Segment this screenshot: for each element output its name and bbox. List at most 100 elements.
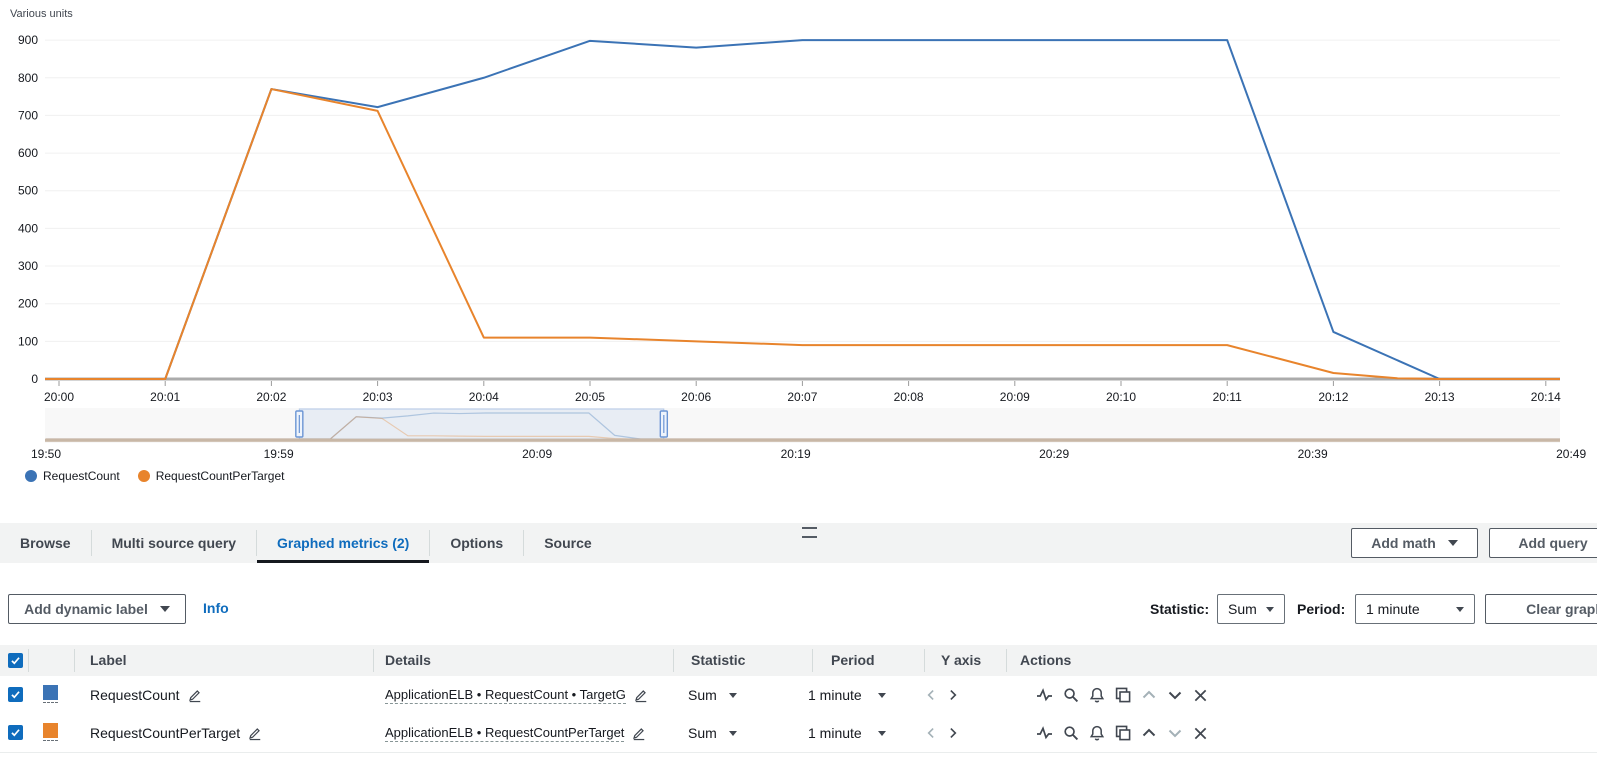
label-cell: RequestCountPerTarget bbox=[90, 714, 262, 752]
remove-metric-icon[interactable] bbox=[1193, 688, 1208, 703]
duplicate-icon[interactable] bbox=[1115, 687, 1131, 703]
svg-text:900: 900 bbox=[18, 33, 38, 47]
move-up-icon[interactable] bbox=[1141, 725, 1157, 741]
metric-label: RequestCount bbox=[90, 687, 180, 703]
navigator-time-label: 20:49 bbox=[1556, 447, 1586, 461]
metric-details-link[interactable]: ApplicationELB • RequestCount • TargetG bbox=[385, 687, 626, 704]
svg-text:600: 600 bbox=[18, 146, 38, 160]
column-divider bbox=[1006, 649, 1007, 672]
line-chart[interactable]: 900800700600500400300200100020:0020:0120… bbox=[0, 0, 1597, 405]
edit-details-pencil-icon[interactable] bbox=[634, 688, 648, 703]
tab-multi-source-query[interactable]: Multi source query bbox=[92, 523, 256, 563]
svg-text:800: 800 bbox=[18, 71, 38, 85]
statistic-value: Sum bbox=[688, 725, 717, 741]
add-query-label: Add query bbox=[1518, 535, 1587, 551]
navigator-time-label: 20:19 bbox=[781, 447, 811, 461]
statistic-value: Sum bbox=[688, 687, 717, 703]
details-cell: ApplicationELB • RequestCount • TargetG bbox=[385, 676, 648, 714]
column-divider bbox=[673, 649, 674, 672]
alarm-bell-icon[interactable] bbox=[1089, 687, 1105, 703]
details-cell: ApplicationELB • RequestCountPerTarget bbox=[385, 714, 646, 752]
period-value: 1 minute bbox=[808, 725, 870, 741]
info-link[interactable]: Info bbox=[203, 600, 229, 616]
statistic-cell[interactable]: Sum bbox=[688, 714, 737, 752]
period-cell[interactable]: 1 minute bbox=[808, 676, 886, 714]
column-header-label: Label bbox=[90, 645, 127, 676]
clear-graph-label: Clear graph bbox=[1526, 601, 1597, 617]
edit-details-pencil-icon[interactable] bbox=[632, 726, 646, 741]
column-divider bbox=[373, 649, 374, 672]
metrics-table-header: Label Details Statistic Period Y axis Ac… bbox=[0, 645, 1597, 676]
add-math-label: Add math bbox=[1371, 535, 1436, 551]
svg-text:20:05: 20:05 bbox=[575, 390, 605, 404]
period-select[interactable]: 1 minute bbox=[1355, 594, 1475, 624]
legend-item-requestcountpertarget[interactable]: RequestCountPerTarget bbox=[138, 469, 285, 483]
move-up-icon[interactable] bbox=[1141, 687, 1157, 703]
edit-label-pencil-icon[interactable] bbox=[188, 688, 202, 703]
chevron-down-icon bbox=[1448, 540, 1458, 546]
label-cell: RequestCount bbox=[90, 676, 202, 714]
chevron-down-icon bbox=[1456, 607, 1464, 612]
svg-text:20:11: 20:11 bbox=[1213, 390, 1242, 404]
color-square bbox=[43, 685, 58, 700]
period-value: 1 minute bbox=[1366, 601, 1420, 617]
statistic-select[interactable]: Sum bbox=[1217, 594, 1285, 624]
timeline-navigator[interactable] bbox=[45, 408, 1560, 443]
move-down-icon[interactable] bbox=[1167, 725, 1183, 741]
chart-legend: RequestCount RequestCountPerTarget bbox=[25, 469, 284, 483]
add-dynamic-label-button[interactable]: Add dynamic label bbox=[8, 594, 186, 624]
svg-text:20:08: 20:08 bbox=[894, 390, 924, 404]
series-color-swatch[interactable] bbox=[43, 723, 58, 741]
period-cell[interactable]: 1 minute bbox=[808, 714, 886, 752]
series-color-swatch[interactable] bbox=[43, 685, 58, 703]
row-checkbox[interactable] bbox=[8, 687, 23, 702]
statistic-cell[interactable]: Sum bbox=[688, 676, 737, 714]
edit-label-pencil-icon[interactable] bbox=[248, 726, 262, 741]
svg-text:700: 700 bbox=[18, 108, 38, 122]
tab-options[interactable]: Options bbox=[430, 523, 523, 563]
add-math-button[interactable]: Add math bbox=[1351, 528, 1478, 558]
pulse-icon[interactable] bbox=[1036, 687, 1053, 703]
alarm-bell-icon[interactable] bbox=[1089, 725, 1105, 741]
column-divider bbox=[924, 649, 925, 672]
svg-text:20:04: 20:04 bbox=[469, 390, 499, 404]
y-axis-left-icon[interactable] bbox=[925, 726, 938, 740]
remove-metric-icon[interactable] bbox=[1193, 726, 1208, 741]
search-icon[interactable] bbox=[1063, 725, 1079, 741]
svg-text:500: 500 bbox=[18, 184, 38, 198]
actions-cell bbox=[1036, 676, 1208, 714]
column-divider bbox=[812, 649, 813, 672]
search-icon[interactable] bbox=[1063, 687, 1079, 703]
y-axis-right-icon[interactable] bbox=[946, 688, 959, 702]
duplicate-icon[interactable] bbox=[1115, 725, 1131, 741]
panel-resize-handle[interactable] bbox=[802, 527, 817, 538]
add-query-button[interactable]: Add query bbox=[1489, 528, 1597, 558]
navigator-time-label: 20:29 bbox=[1039, 447, 1069, 461]
navigator-handle-left[interactable] bbox=[296, 411, 303, 437]
clear-graph-button[interactable]: Clear graph bbox=[1485, 594, 1597, 624]
y-axis-cell bbox=[925, 714, 959, 752]
select-all-checkbox[interactable] bbox=[8, 653, 23, 668]
tab-graphed-metrics[interactable]: Graphed metrics (2) bbox=[257, 523, 429, 563]
svg-text:20:14: 20:14 bbox=[1531, 390, 1561, 404]
svg-text:400: 400 bbox=[18, 221, 38, 235]
tab-source[interactable]: Source bbox=[524, 523, 611, 563]
svg-text:20:02: 20:02 bbox=[256, 390, 286, 404]
column-header-details: Details bbox=[385, 645, 431, 676]
move-down-icon[interactable] bbox=[1167, 687, 1183, 703]
y-axis-right-icon[interactable] bbox=[946, 726, 959, 740]
tab-browse[interactable]: Browse bbox=[0, 523, 91, 563]
pulse-icon[interactable] bbox=[1036, 725, 1053, 741]
svg-text:20:12: 20:12 bbox=[1318, 390, 1348, 404]
cloudwatch-metrics-screen: Various units 90080070060050040030020010… bbox=[0, 0, 1597, 771]
statistic-value: Sum bbox=[1228, 601, 1257, 617]
metric-details-link[interactable]: ApplicationELB • RequestCountPerTarget bbox=[385, 725, 624, 742]
period-value: 1 minute bbox=[808, 687, 870, 703]
column-divider bbox=[28, 649, 29, 672]
navigator-handle-right[interactable] bbox=[660, 411, 667, 437]
row-checkbox[interactable] bbox=[8, 725, 23, 740]
y-axis-left-icon[interactable] bbox=[925, 688, 938, 702]
svg-text:20:09: 20:09 bbox=[1000, 390, 1030, 404]
legend-item-requestcount[interactable]: RequestCount bbox=[25, 469, 120, 483]
legend-label: RequestCountPerTarget bbox=[156, 469, 285, 483]
